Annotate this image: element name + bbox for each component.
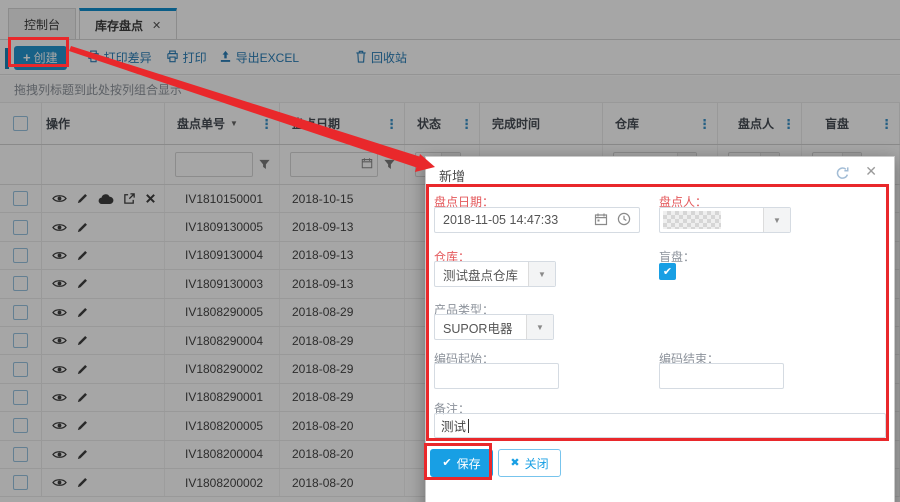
- code-end-input[interactable]: [659, 363, 784, 389]
- dialog-title: 新增: [439, 166, 465, 185]
- check-icon: ✔: [442, 458, 451, 469]
- warehouse-value: 测试盘点仓库: [435, 265, 528, 284]
- app-window: 控制台 库存盘点 ✕ + 创建 打印差异 打印 导出EXC: [0, 0, 900, 502]
- product-type-value: SUPOR电器: [435, 318, 526, 337]
- check-date-picker[interactable]: 2018-11-05 14:47:33: [434, 207, 640, 233]
- save-button-label: 保存: [457, 455, 481, 472]
- cross-icon: ✖: [510, 458, 519, 469]
- close-button-label: 关闭: [525, 455, 549, 472]
- refresh-icon[interactable]: [835, 166, 850, 181]
- clock-icon[interactable]: [617, 212, 631, 229]
- check-icon: ✔: [663, 265, 672, 278]
- dialog-close-icon[interactable]: ✕: [865, 164, 877, 178]
- chevron-down-icon[interactable]: ▼: [763, 208, 790, 232]
- remark-value: 测试: [441, 416, 466, 435]
- calendar-icon[interactable]: [594, 212, 608, 229]
- checker-select[interactable]: ▼: [659, 207, 791, 233]
- check-date-value: 2018-11-05 14:47:33: [435, 213, 594, 227]
- text-caret: [468, 419, 469, 433]
- close-button[interactable]: ✖ 关闭: [498, 449, 561, 477]
- blind-checkbox[interactable]: ✔: [659, 263, 676, 280]
- remark-textarea[interactable]: 测试: [434, 413, 886, 438]
- chevron-down-icon[interactable]: ▼: [526, 315, 553, 339]
- save-button[interactable]: ✔ 保存: [430, 449, 493, 477]
- new-record-dialog: 新增 ✕ 盘点日期： 2018-11-05 14:47:33 盘点人： ▼ 仓库…: [425, 156, 895, 502]
- code-start-input[interactable]: [434, 363, 559, 389]
- warehouse-select[interactable]: 测试盘点仓库 ▼: [434, 261, 556, 287]
- redacted-checker-value: [663, 211, 721, 229]
- product-type-select[interactable]: SUPOR电器 ▼: [434, 314, 554, 340]
- chevron-down-icon[interactable]: ▼: [528, 262, 555, 286]
